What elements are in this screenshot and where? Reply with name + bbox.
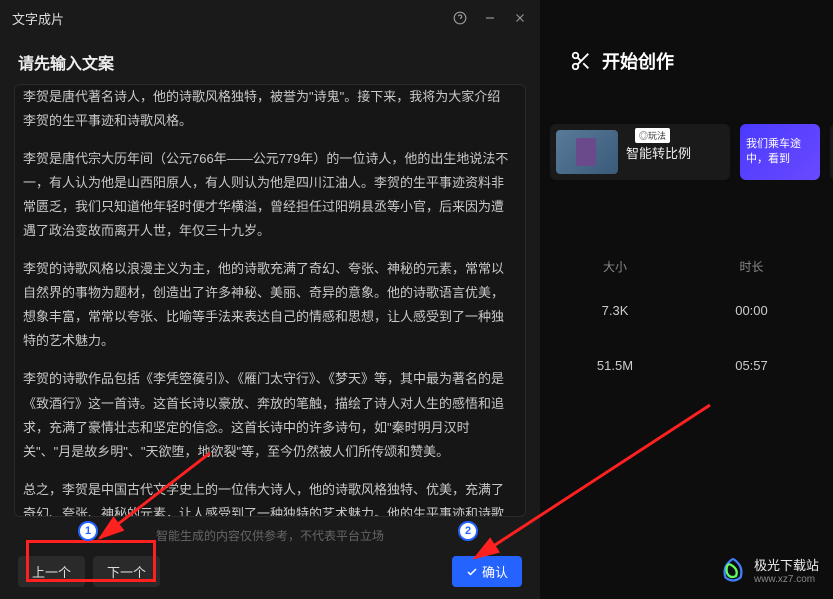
paragraph: 李贺是唐代著名诗人，他的诗歌风格独特，被誉为"诗鬼"。接下来，我将为大家介绍李贺… [23, 85, 509, 133]
prompt-title: 请先输入文案 [0, 36, 540, 84]
dialog-header: 文字成片 [0, 0, 540, 36]
watermark-name: 极光下载站 [754, 555, 819, 574]
annotation-badge-2: 2 [458, 521, 478, 541]
card-preview[interactable]: 我们乘车途中，看到 [740, 124, 820, 180]
dialog-title: 文字成片 [12, 9, 452, 28]
paragraph: 李贺是唐代宗大历年间（公元766年——公元779年）的一位诗人，他的出生地说法不… [23, 147, 509, 243]
table-row[interactable]: 51.5M 05:57 [550, 338, 823, 393]
card-label: 智能转比例 [626, 143, 691, 162]
table-header: 大小 时长 [550, 250, 823, 283]
watermark-logo-icon [718, 555, 748, 585]
feature-cards: 智能转比例 ◎玩法 我们乘车途中，看到 文 [550, 124, 833, 180]
next-button[interactable]: 下一个 [93, 556, 160, 587]
col-header-duration: 时长 [680, 258, 823, 275]
content-textarea[interactable]: 李贺是唐代著名诗人，他的诗歌风格独特，被誉为"诗鬼"。接下来，我将为大家介绍李贺… [14, 84, 526, 517]
right-panel: 开始创作 智能转比例 ◎玩法 我们乘车途中，看到 文 大小 时长 7.3K 00… [540, 0, 833, 599]
dialog-footer: 上一个 下一个 确认 [0, 550, 540, 599]
paragraph: 李贺的诗歌风格以浪漫主义为主，他的诗歌充满了奇幻、夸张、神秘的元素，常常以自然界… [23, 257, 509, 353]
start-create-label: 开始创作 [602, 48, 674, 74]
cell-duration: 05:57 [680, 358, 823, 373]
col-header-size: 大小 [550, 258, 680, 275]
cell-size: 51.5M [550, 358, 680, 373]
confirm-button[interactable]: 确认 [452, 556, 522, 587]
minimize-icon[interactable] [482, 10, 498, 26]
card-preview-text: 我们乘车途中，看到 [746, 137, 814, 168]
confirm-label: 确认 [482, 562, 508, 581]
table-row[interactable]: 7.3K 00:00 [550, 283, 823, 338]
close-icon[interactable] [512, 10, 528, 26]
watermark-url: www.xz7.com [754, 574, 819, 585]
file-table: 大小 时长 7.3K 00:00 51.5M 05:57 [550, 250, 823, 393]
cell-duration: 00:00 [680, 303, 823, 318]
card-badge: ◎玩法 [635, 128, 670, 143]
check-icon [466, 566, 478, 578]
paragraph: 李贺的诗歌作品包括《李凭箜篌引》、《雁门太守行》、《梦天》等，其中最为著名的是《… [23, 367, 509, 463]
scissors-icon [570, 50, 592, 72]
cell-size: 7.3K [550, 303, 680, 318]
card-thumbnail [556, 130, 618, 174]
paragraph: 总之，李贺是中国古代文学史上的一位伟大诗人，他的诗歌风格独特、优美，充满了奇幻、… [23, 478, 509, 517]
annotation-badge-1: 1 [78, 521, 98, 541]
card-smart-ratio[interactable]: 智能转比例 ◎玩法 [550, 124, 730, 180]
prev-button[interactable]: 上一个 [18, 556, 85, 587]
text-to-video-dialog: 文字成片 请先输入文案 李贺是唐代著名诗人，他的诗歌风格独特，被誉为"诗鬼"。接… [0, 0, 540, 599]
watermark: 极光下载站 www.xz7.com [718, 555, 819, 585]
start-create-header: 开始创作 [570, 48, 674, 74]
help-icon[interactable] [452, 10, 468, 26]
